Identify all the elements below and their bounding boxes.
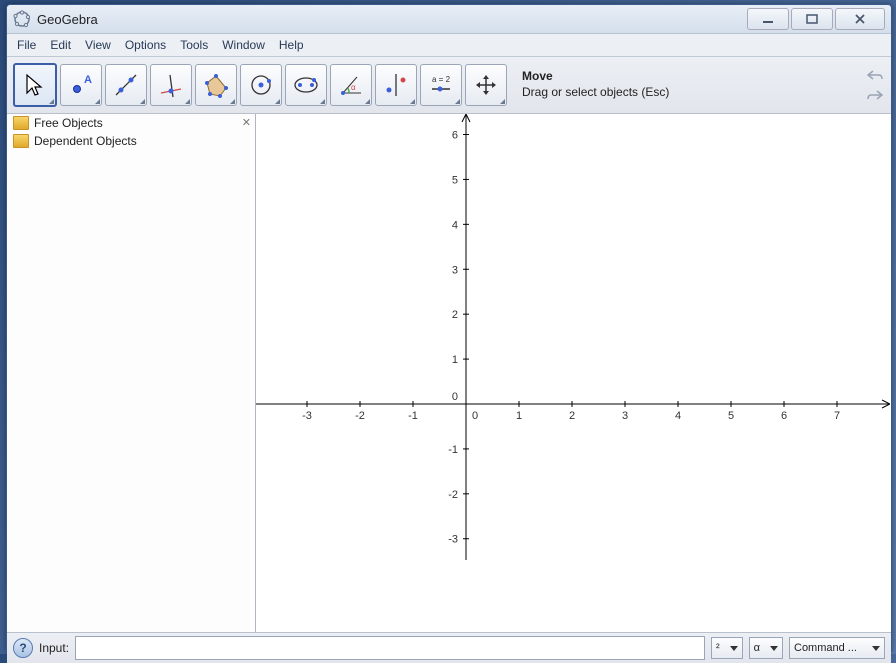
- svg-text:a = 2: a = 2: [432, 75, 451, 84]
- reflect-icon: [382, 71, 410, 99]
- svg-text:1: 1: [452, 354, 458, 366]
- svg-text:-1: -1: [448, 444, 458, 456]
- ellipse-icon: [292, 71, 320, 99]
- toolbar: A α a = 2: [7, 57, 891, 114]
- tool-polygon[interactable]: [195, 64, 237, 106]
- angle-icon: α: [337, 71, 365, 99]
- perpendicular-icon: [157, 71, 185, 99]
- input-bar: ? Input: ² α Command ...: [7, 632, 891, 663]
- svg-text:1: 1: [516, 410, 522, 422]
- svg-text:3: 3: [452, 264, 458, 276]
- svg-text:4: 4: [452, 219, 458, 231]
- symbol-exponent-dropdown[interactable]: ²: [711, 637, 743, 659]
- maximize-button[interactable]: [791, 8, 833, 30]
- svg-text:-2: -2: [355, 410, 365, 422]
- menu-bar: File Edit View Options Tools Window Help: [7, 34, 891, 57]
- svg-text:A: A: [84, 74, 92, 86]
- cursor-icon: [21, 71, 49, 99]
- circle-icon: [247, 71, 275, 99]
- tool-move-view[interactable]: [465, 64, 507, 106]
- svg-text:2: 2: [569, 410, 575, 422]
- svg-text:3: 3: [622, 410, 628, 422]
- svg-text:-3: -3: [302, 410, 312, 422]
- tool-reflect[interactable]: [375, 64, 417, 106]
- svg-text:α: α: [351, 83, 356, 92]
- menu-tools[interactable]: Tools: [174, 36, 214, 54]
- svg-text:5: 5: [452, 174, 458, 186]
- svg-text:-3: -3: [448, 534, 458, 546]
- svg-text:-2: -2: [448, 489, 458, 501]
- svg-text:6: 6: [452, 130, 458, 142]
- move-view-icon: [472, 71, 500, 99]
- tool-line[interactable]: [105, 64, 147, 106]
- command-dropdown[interactable]: Command ...: [789, 637, 885, 659]
- close-button[interactable]: [835, 8, 885, 30]
- svg-text:2: 2: [452, 309, 458, 321]
- line-icon: [112, 71, 140, 99]
- undo-button[interactable]: [865, 66, 885, 84]
- tool-ellipse[interactable]: [285, 64, 327, 106]
- slider-icon: a = 2: [427, 71, 455, 99]
- menu-window[interactable]: Window: [216, 36, 271, 54]
- tool-desc-title: Move: [522, 69, 862, 85]
- tool-perpendicular[interactable]: [150, 64, 192, 106]
- folder-icon: [13, 134, 29, 148]
- tool-circle[interactable]: [240, 64, 282, 106]
- svg-text:0: 0: [452, 391, 458, 403]
- tool-description: Move Drag or select objects (Esc): [522, 69, 862, 100]
- svg-text:7: 7: [834, 410, 840, 422]
- app-logo-icon: [13, 10, 31, 28]
- symbol-greek-dropdown[interactable]: α: [749, 637, 783, 659]
- menu-help[interactable]: Help: [273, 36, 310, 54]
- svg-text:4: 4: [675, 410, 681, 422]
- menu-view[interactable]: View: [79, 36, 117, 54]
- help-icon[interactable]: ?: [13, 638, 33, 658]
- polygon-icon: [202, 71, 230, 99]
- menu-edit[interactable]: Edit: [44, 36, 77, 54]
- svg-text:6: 6: [781, 410, 787, 422]
- input-label: Input:: [39, 641, 69, 655]
- redo-button[interactable]: [865, 86, 885, 104]
- title-bar: GeoGebra: [7, 5, 891, 34]
- svg-text:-1: -1: [408, 410, 418, 422]
- close-panel-icon[interactable]: ✕: [242, 116, 251, 129]
- menu-file[interactable]: File: [11, 36, 42, 54]
- minimize-button[interactable]: [747, 8, 789, 30]
- window-title: GeoGebra: [37, 12, 745, 27]
- tree-dependent-objects[interactable]: Dependent Objects: [7, 132, 255, 150]
- point-icon: A: [67, 71, 95, 99]
- folder-icon: [13, 116, 29, 130]
- tool-point[interactable]: A: [60, 64, 102, 106]
- svg-text:5: 5: [728, 410, 734, 422]
- tool-desc-sub: Drag or select objects (Esc): [522, 85, 862, 101]
- tool-angle[interactable]: α: [330, 64, 372, 106]
- input-field[interactable]: [75, 636, 705, 660]
- algebra-view: ✕ Free Objects Dependent Objects: [7, 114, 256, 632]
- graphics-view[interactable]: -3 -2 -1 0 1 2 3 4 5 6 7 1 2 3 4 5 6 -1 -2 -3 0: [256, 114, 891, 632]
- tool-move[interactable]: [13, 63, 57, 107]
- tree-free-objects[interactable]: Free Objects: [7, 114, 255, 132]
- svg-text:0: 0: [472, 410, 478, 422]
- menu-options[interactable]: Options: [119, 36, 172, 54]
- tool-slider[interactable]: a = 2: [420, 64, 462, 106]
